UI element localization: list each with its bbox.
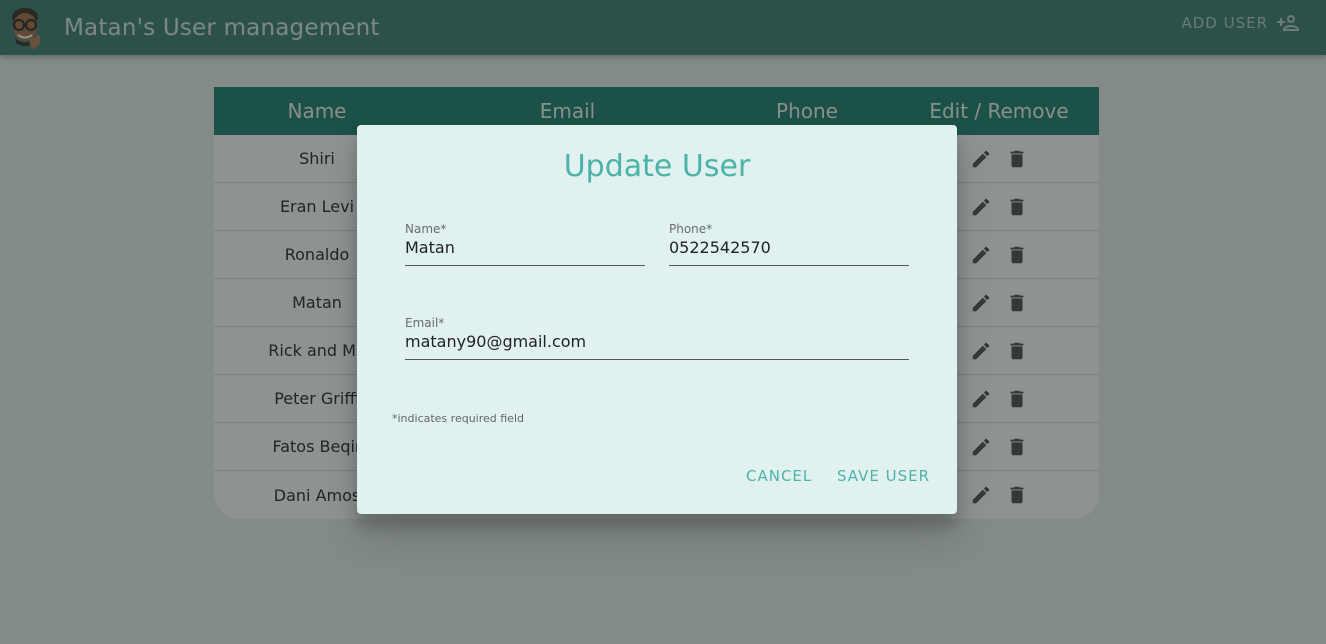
phone-underline <box>669 265 909 266</box>
phone-input[interactable]: 0522542570 <box>669 238 909 260</box>
required-note: *indicates required field <box>392 412 524 425</box>
phone-field[interactable]: Phone* 0522542570 <box>669 222 909 266</box>
name-label: Name* <box>405 222 447 236</box>
email-label: Email* <box>405 316 445 330</box>
email-input[interactable]: matany90@gmail.com <box>405 332 909 354</box>
cancel-button[interactable]: CANCEL <box>746 467 812 485</box>
save-user-button[interactable]: SAVE USER <box>837 467 930 485</box>
dialog-title: Update User <box>563 149 751 184</box>
name-field[interactable]: Name* Matan <box>405 222 645 266</box>
phone-label: Phone* <box>669 222 713 236</box>
name-input[interactable]: Matan <box>405 238 645 260</box>
name-underline <box>405 265 645 266</box>
email-underline <box>405 359 909 360</box>
update-user-dialog: Update User Name* Matan Phone* 052254257… <box>357 125 957 514</box>
email-field[interactable]: Email* matany90@gmail.com <box>405 316 909 360</box>
